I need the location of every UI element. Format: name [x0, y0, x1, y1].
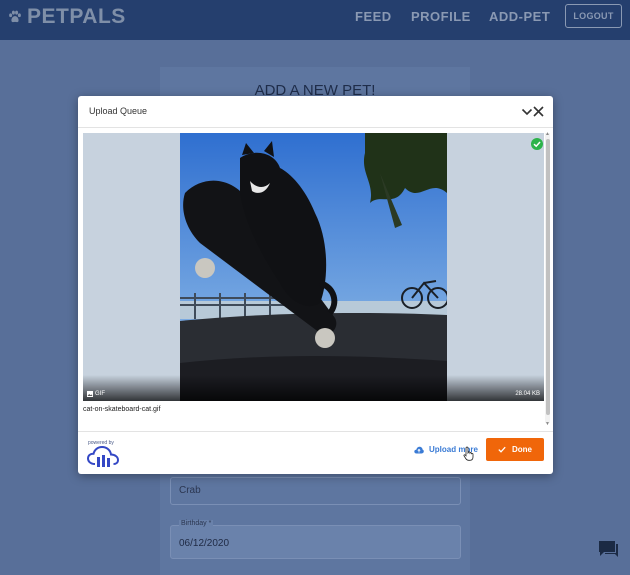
preview-image — [180, 133, 447, 401]
check-icon — [498, 446, 506, 453]
cloud-upload-icon — [414, 446, 424, 453]
logout-button[interactable]: LOGOUT — [565, 4, 622, 28]
species-field[interactable]: Crab — [170, 477, 461, 505]
file-name: cat-on-skateboard-cat.gif — [83, 406, 161, 413]
close-icon[interactable] — [533, 106, 544, 117]
birthday-field[interactable]: Birthday * 06/12/2020 — [170, 520, 461, 559]
file-type-label: GIF — [95, 391, 105, 397]
chevron-down-icon[interactable] — [521, 107, 533, 117]
scrollbar[interactable]: ▲ ▼ — [545, 131, 550, 427]
file-preview[interactable]: GIF 28.04 KB — [83, 133, 544, 401]
modal-title: Upload Queue — [89, 106, 148, 116]
scroll-down-arrow[interactable]: ▼ — [545, 421, 550, 427]
preview-overlay — [83, 375, 544, 401]
modal-header-divider — [78, 127, 553, 128]
file-size: 28.04 KB — [515, 391, 540, 397]
scroll-up-arrow[interactable]: ▲ — [545, 131, 550, 137]
nav-feed[interactable]: FEED — [355, 9, 392, 24]
modal-footer-divider — [78, 431, 553, 432]
hand-cursor-icon — [463, 446, 474, 461]
species-value: Crab — [179, 485, 201, 496]
top-navbar: PETPALS FEED PROFILE ADD-PET LOGOUT — [0, 0, 630, 40]
brand-name: PETPALS — [27, 5, 126, 28]
nav-add-pet[interactable]: ADD-PET — [489, 9, 550, 24]
birthday-value: 06/12/2020 — [179, 538, 230, 549]
check-circle-icon — [531, 138, 543, 150]
file-type-badge: GIF — [87, 391, 105, 397]
upload-queue-modal: Upload Queue GIF 28.04 KB cat-on-skatebo… — [78, 96, 553, 474]
birthday-label: Birthday * — [179, 520, 214, 527]
paw-icon — [9, 10, 21, 23]
done-button[interactable]: Done — [486, 438, 544, 461]
brand[interactable]: PETPALS — [8, 5, 126, 29]
done-label: Done — [512, 445, 532, 454]
nav-profile[interactable]: PROFILE — [411, 9, 471, 24]
image-icon — [87, 391, 93, 397]
scrollbar-thumb[interactable] — [545, 139, 550, 415]
cloudinary-logo[interactable] — [87, 446, 119, 468]
chat-icon[interactable] — [597, 539, 619, 559]
